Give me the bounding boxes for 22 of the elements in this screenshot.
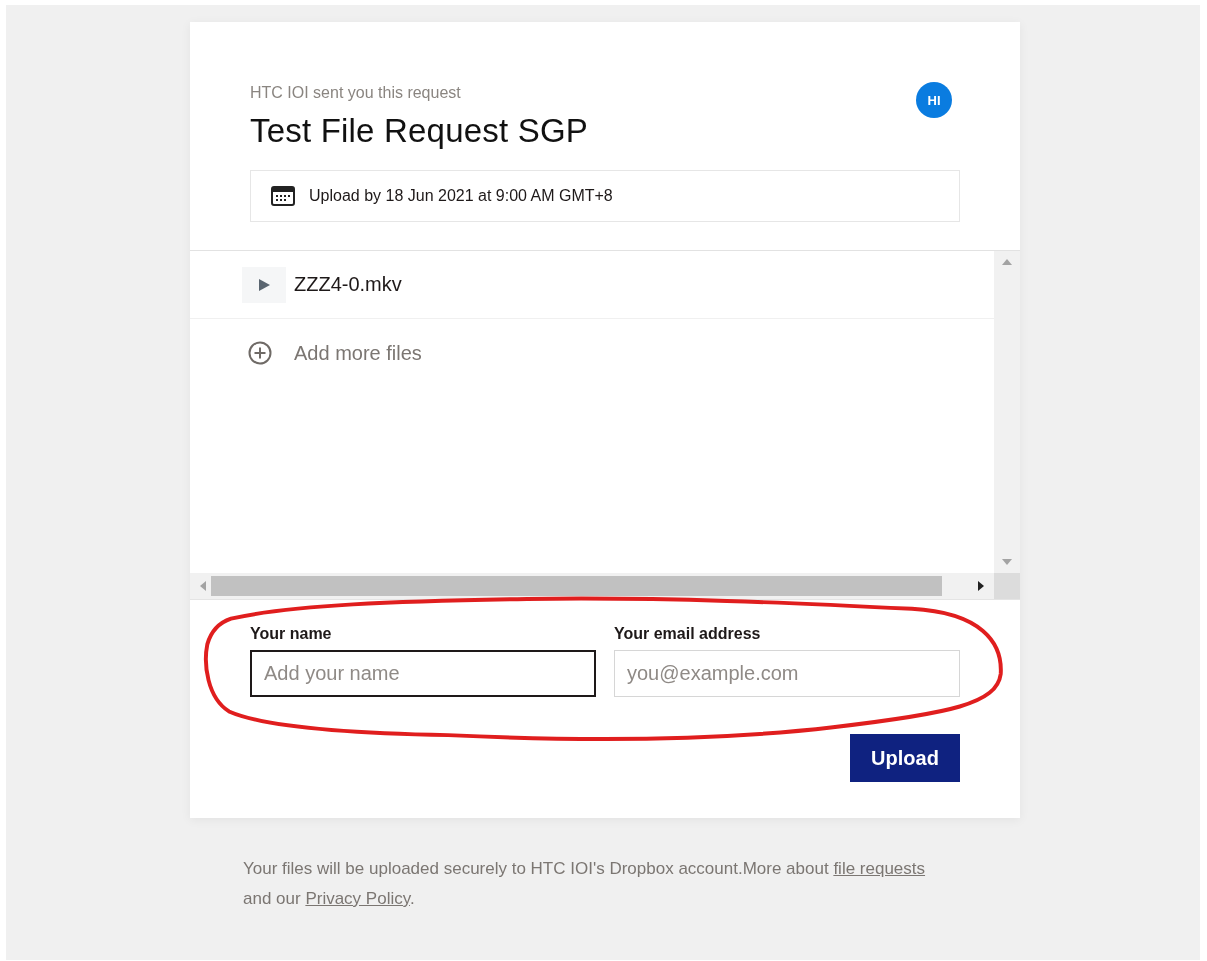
scroll-right-icon[interactable]	[978, 581, 984, 591]
field-label: Your name	[250, 625, 332, 643]
play-icon	[257, 277, 271, 292]
play-button[interactable]	[242, 266, 286, 303]
add-icon[interactable]	[248, 341, 272, 365]
request-title: Test File Request SGP	[250, 112, 588, 150]
file-name: ZZZ4-0.mkv	[294, 273, 402, 296]
input-field[interactable]: Add your name	[250, 650, 596, 697]
upload-button[interactable]: Upload	[850, 734, 960, 782]
avatar[interactable]: HI	[916, 82, 952, 118]
footer-note: Your files will be uploaded securely to HTC IOI's Dropbox account.More about file requests and our Privacy Policy.	[243, 858, 927, 910]
vertical-scrollbar[interactable]	[994, 251, 1020, 573]
privacy-policy-link[interactable]: Privacy Policy	[305, 889, 410, 908]
file-requests-link[interactable]: file requests	[833, 859, 926, 878]
scroll-up-icon[interactable]	[1002, 259, 1012, 265]
scroll-left-icon[interactable]	[200, 581, 206, 591]
add-files-link[interactable]: Add more files	[294, 341, 422, 365]
calendar-icon	[271, 186, 295, 206]
deadline-text: Upload by 18 Jun 2021 at 9:00 AM GMT+8	[309, 187, 613, 205]
scroll-down-icon[interactable]	[1002, 559, 1012, 565]
sender-line: HTC IOI sent you this request	[250, 84, 461, 102]
field-label: Your email address	[614, 625, 761, 643]
